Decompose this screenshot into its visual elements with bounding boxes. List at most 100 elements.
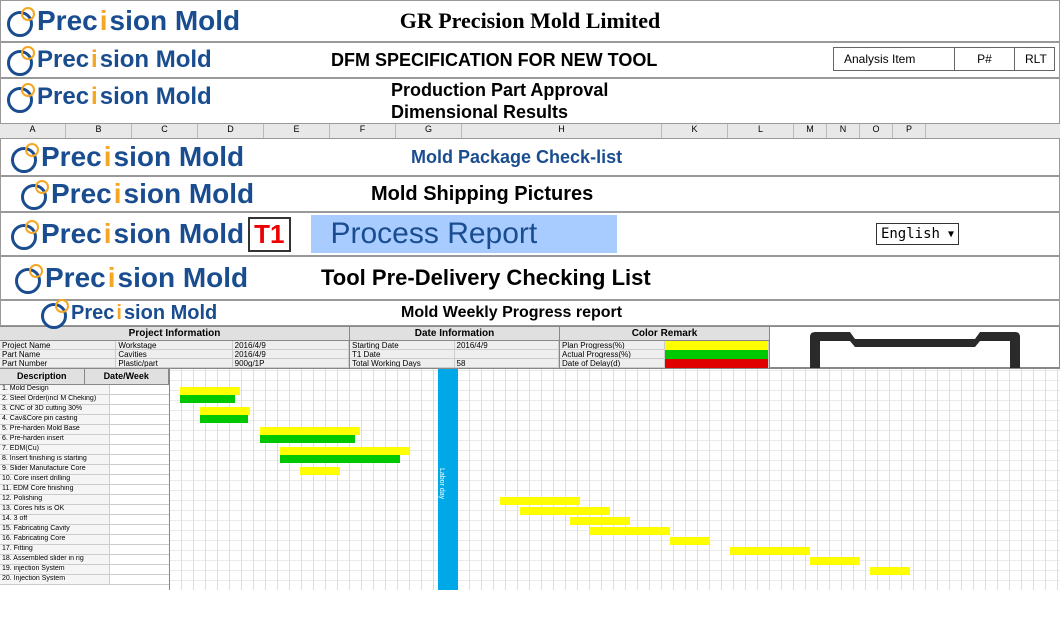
task-date [110,485,169,494]
col-header[interactable]: M [794,124,827,138]
brand-text-pre: Prec [37,5,98,37]
task-name: 9. Slider Manufacture Core [0,465,110,474]
analysis-p-label: P# [954,48,1014,70]
gantt-tasklist: Description Date/Week 1. Mold Design2. S… [0,369,170,590]
col-header[interactable]: B [66,124,132,138]
labor-day-marker: Labor day [438,369,458,590]
task-name: 14. 3 off [0,515,110,524]
task-date [110,535,169,544]
brand-logo: Precision Mold [7,46,212,74]
task-date [110,465,169,474]
task-name: 11. EDM Core finishing [0,485,110,494]
gear-icon [41,299,69,327]
gantt-task-row: 16. Fabricating Core [0,535,169,545]
header-company: Precision Mold GR Precision Mold Limited [0,0,1060,42]
spreadsheet-columns: A B C D E F G H K L M N O P [0,124,1060,138]
gantt-task-row: 20. Injection System [0,575,169,585]
task-date [110,425,169,434]
task-date [110,515,169,524]
company-title: GR Precision Mold Limited [400,8,661,34]
language-select[interactable]: English [876,223,959,245]
col-header[interactable]: N [827,124,860,138]
task-name: 19. injection System [0,565,110,574]
gear-icon [11,220,39,248]
gantt-bar-plan [200,407,250,415]
task-date [110,475,169,484]
task-name: 8. Insert finishing is starting [0,455,110,464]
gantt-col-date: Date/Week [85,369,170,385]
color-remark: Color Remark Plan Progress(%) Actual Pro… [560,327,770,367]
col-header[interactable]: D [198,124,264,138]
task-date [110,555,169,564]
header-dfm: Precision Mold DFM SPECIFICATION FOR NEW… [0,42,1060,78]
col-header[interactable]: E [264,124,330,138]
gantt-bar-actual [280,455,400,463]
task-name: 10. Core insert drilling [0,475,110,484]
gantt-bar-plan [180,387,240,395]
gantt-task-row: 7. EDM(Cu) [0,445,169,455]
gantt-grid[interactable]: Labor day [170,369,1060,590]
brand-text-i: i [100,5,108,37]
header-checklist: Precision Mold Mold Package Check-list [0,138,1060,176]
process-title: Process Report [311,215,618,253]
col-header[interactable]: L [728,124,794,138]
task-date [110,495,169,504]
swatch-yellow [665,341,770,350]
task-date [110,575,169,584]
analysis-rlt-label: RLT [1014,48,1054,70]
task-date [110,445,169,454]
gantt-bar-plan [810,557,860,565]
gantt-task-row: 3. CNC of 3D cutting 30% [0,405,169,415]
checklist-title: Mold Package Check-list [411,147,622,168]
part-preview [770,327,1060,367]
col-header[interactable]: G [396,124,462,138]
ppap-title: Production Part Approval Dimensional Res… [391,79,608,123]
gantt-task-row: 11. EDM Core finishing [0,485,169,495]
task-name: 6. Pre-harden insert [0,435,110,444]
date-info: Date Information Starting Date2016/4/9 T… [350,327,560,367]
gantt-task-row: 14. 3 off [0,515,169,525]
gantt-col-desc: Description [0,369,85,385]
task-date [110,545,169,554]
header-predelivery: Precision Mold Tool Pre-Delivery Checkin… [0,256,1060,300]
task-name: 1. Mold Design [0,385,110,394]
task-date [110,525,169,534]
task-name: 18. Assembled slider in rig [0,555,110,564]
gear-icon [21,180,49,208]
col-header[interactable]: O [860,124,893,138]
header-process: Precision Mold T1 Process Report English [0,212,1060,256]
gantt-bar-actual [200,415,248,423]
task-date [110,405,169,414]
col-header[interactable]: F [330,124,396,138]
brand-logo: Precision Mold [11,141,244,173]
gantt-task-row: 6. Pre-harden insert [0,435,169,445]
gantt-bar-plan [870,567,910,575]
col-header[interactable]: P [893,124,926,138]
brand-logo: Precision Mold [21,178,254,210]
swatch-green [665,350,770,359]
brand-logo: Precision Mold [7,5,240,37]
gantt-task-row: 1. Mold Design [0,385,169,395]
gantt-bar-actual [260,435,355,443]
gantt-bar-plan [590,527,670,535]
col-header[interactable]: C [132,124,198,138]
task-date [110,455,169,464]
header-weekly: Precision Mold Mold Weekly Progress repo… [0,300,1060,326]
task-name: 17. Fitting [0,545,110,554]
header-shipping: Precision Mold Mold Shipping Pictures [0,176,1060,212]
gear-icon [7,46,35,74]
col-header[interactable]: H [462,124,662,138]
col-header[interactable]: K [662,124,728,138]
analysis-item-label: Analysis Item [834,48,954,70]
info-band: Project Information Project NameWorkstag… [0,326,1060,368]
gantt-bar-plan [300,467,340,475]
brand-text-post: sion Mold [110,5,241,37]
predelivery-title: Tool Pre-Delivery Checking List [321,265,651,291]
analysis-table: Analysis Item P# RLT [833,47,1055,71]
col-header[interactable]: A [0,124,66,138]
brand-logo: Precision Mold [15,262,248,294]
task-date [110,505,169,514]
task-name: 12. Polishing [0,495,110,504]
brand-logo: Precision Mold [7,83,212,111]
shipping-title: Mold Shipping Pictures [371,183,593,206]
